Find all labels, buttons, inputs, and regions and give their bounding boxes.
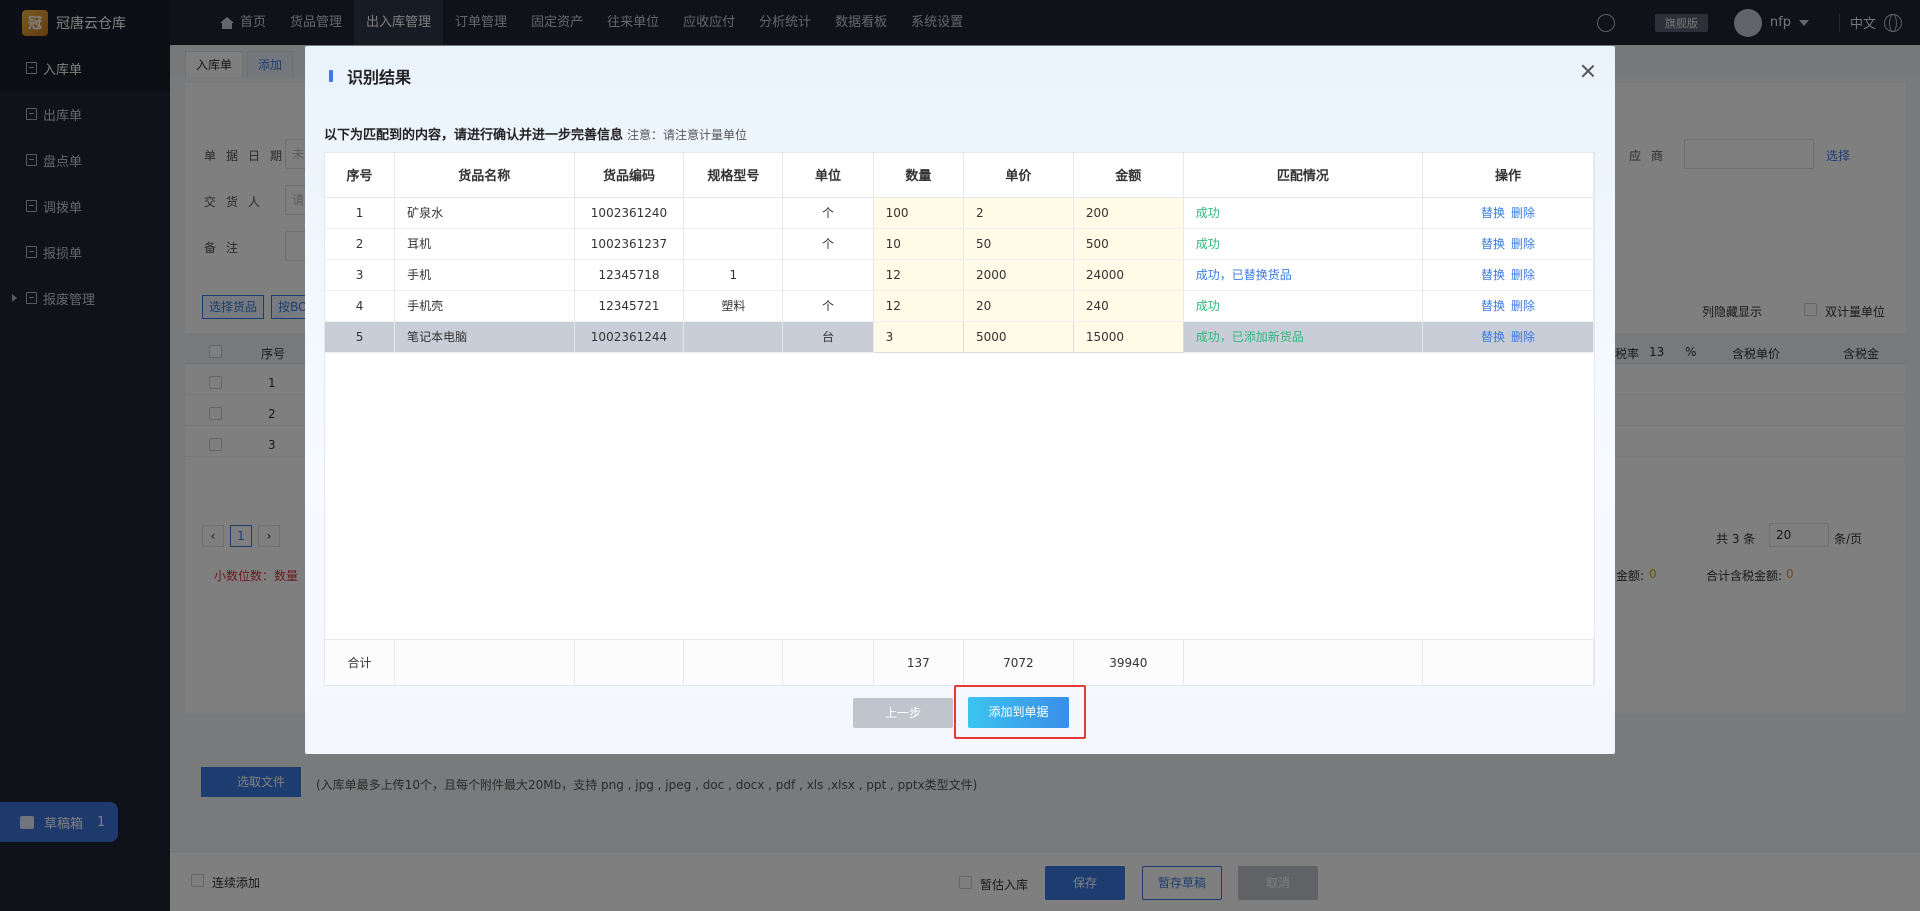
cell-seq: 3 <box>325 259 396 291</box>
cell-price-input[interactable]: 50 <box>963 228 1074 260</box>
cell-spec <box>683 197 784 229</box>
delete-link[interactable]: 删除 <box>1511 206 1535 220</box>
col-seq: 序号 <box>325 153 396 198</box>
table-header-row: 序号 货品名称 货品编码 规格型号 单位 数量 单价 金额 匹配情况 操作 <box>325 153 1594 198</box>
table-row: 1 矿泉水 1002361240 个 100 2 200 成功 替换 删除 <box>325 197 1594 229</box>
cell-name: 手机 <box>394 259 575 291</box>
cell-unit: 台 <box>782 321 874 353</box>
table-row: 3 手机 12345718 1 12 2000 24000 成功，已替换货品 替… <box>325 259 1594 291</box>
cell-actions: 替换 删除 <box>1422 197 1594 229</box>
col-match: 匹配情况 <box>1183 153 1424 198</box>
col-amount: 金额 <box>1073 153 1184 198</box>
cell-match-status: 成功 <box>1183 197 1424 229</box>
cell-actions: 替换 删除 <box>1422 228 1594 260</box>
cell-price-input[interactable]: 2 <box>963 197 1074 229</box>
cell-name: 矿泉水 <box>394 197 575 229</box>
table-row: 2 耳机 1002361237 个 10 50 500 成功 替换 删除 <box>325 228 1594 260</box>
cell-name: 笔记本电脑 <box>394 321 575 353</box>
cell-match-status: 成功 <box>1183 290 1424 322</box>
cell-name: 耳机 <box>394 228 575 260</box>
dialog-instruction: 以下为匹配到的内容，请进行确认并进一步完善信息 注意：请注意计量单位 <box>324 128 748 143</box>
cell-seq: 4 <box>325 290 396 322</box>
unit-note: 注意：请注意计量单位 <box>627 128 748 142</box>
delete-link[interactable]: 删除 <box>1511 330 1535 344</box>
cell-unit <box>782 259 874 291</box>
cell-actions: 替换 删除 <box>1422 259 1594 291</box>
replace-link[interactable]: 替换 <box>1481 299 1505 313</box>
replace-link[interactable]: 替换 <box>1481 206 1505 220</box>
result-grid: 序号 货品名称 货品编码 规格型号 单位 数量 单价 金额 匹配情况 操作 1 … <box>325 153 1594 353</box>
add-to-document-button[interactable]: 添加到单据 <box>968 697 1069 728</box>
cell-amount-input[interactable]: 15000 <box>1072 320 1184 353</box>
col-name: 货品名称 <box>394 153 575 198</box>
replace-link[interactable]: 替换 <box>1481 330 1505 344</box>
title-accent-bar <box>329 70 333 82</box>
col-code: 货品编码 <box>574 153 685 198</box>
cell-spec <box>683 228 784 260</box>
recognition-result-dialog: 识别结果 以下为匹配到的内容，请进行确认并进一步完善信息 注意：请注意计量单位 序… <box>305 46 1615 754</box>
cell-unit: 个 <box>782 228 874 260</box>
replace-link[interactable]: 替换 <box>1481 268 1505 282</box>
cell-qty-input[interactable]: 12 <box>873 290 965 322</box>
cell-seq: 5 <box>325 321 396 353</box>
cell-unit: 个 <box>782 290 874 322</box>
cell-code: 12345721 <box>574 290 685 322</box>
cell-unit: 个 <box>782 197 874 229</box>
summary-qty: 137 <box>873 640 965 685</box>
cell-spec: 1 <box>683 259 784 291</box>
cell-spec <box>683 321 784 353</box>
cell-price-input[interactable]: 5000 <box>963 320 1074 353</box>
cell-code: 1002361244 <box>574 321 685 353</box>
cell-name: 手机壳 <box>394 290 575 322</box>
recognition-table: 序号 货品名称 货品编码 规格型号 单位 数量 单价 金额 匹配情况 操作 1 … <box>324 152 1595 686</box>
close-icon[interactable] <box>1581 64 1595 78</box>
cell-amount-input[interactable]: 240 <box>1073 290 1184 322</box>
cell-qty-input[interactable]: 12 <box>873 259 965 291</box>
cell-price-input[interactable]: 2000 <box>963 259 1074 291</box>
cell-qty-input[interactable]: 3 <box>872 320 965 353</box>
delete-link[interactable]: 删除 <box>1511 237 1535 251</box>
prev-step-button[interactable]: 上一步 <box>853 698 953 728</box>
cell-seq: 2 <box>325 228 396 260</box>
table-row: 4 手机壳 12345721 塑料 个 12 20 240 成功 替换 删除 <box>325 290 1594 322</box>
summary-price: 7072 <box>963 640 1074 685</box>
col-actions: 操作 <box>1422 153 1594 198</box>
col-price: 单价 <box>963 153 1074 198</box>
cell-code: 12345718 <box>574 259 685 291</box>
cell-spec: 塑料 <box>683 290 784 322</box>
col-qty: 数量 <box>873 153 965 198</box>
summary-label: 合计 <box>325 640 396 685</box>
cell-match-status: 成功 <box>1183 228 1424 260</box>
cell-amount-input[interactable]: 24000 <box>1073 259 1184 291</box>
cell-qty-input[interactable]: 10 <box>873 228 965 260</box>
summary-row: 合计 137 7072 39940 <box>325 639 1594 685</box>
col-spec: 规格型号 <box>683 153 784 198</box>
dialog-header: 识别结果 <box>329 64 411 88</box>
cell-match-status: 成功，已添加新货品 <box>1183 321 1424 353</box>
cell-code: 1002361240 <box>574 197 685 229</box>
cell-qty-input[interactable]: 100 <box>873 197 965 229</box>
summary-amount: 39940 <box>1073 640 1184 685</box>
cell-code: 1002361237 <box>574 228 685 260</box>
cell-price-input[interactable]: 20 <box>963 290 1074 322</box>
cell-amount-input[interactable]: 200 <box>1073 197 1184 229</box>
cell-actions: 替换 删除 <box>1422 290 1594 322</box>
dialog-title: 识别结果 <box>347 68 412 87</box>
cell-actions: 替换 删除 <box>1422 321 1594 353</box>
col-unit: 单位 <box>782 153 874 198</box>
delete-link[interactable]: 删除 <box>1511 268 1535 282</box>
cell-amount-input[interactable]: 500 <box>1073 228 1184 260</box>
delete-link[interactable]: 删除 <box>1511 299 1535 313</box>
replace-link[interactable]: 替换 <box>1481 237 1505 251</box>
cell-match-status: 成功，已替换货品 <box>1183 259 1424 291</box>
cell-seq: 1 <box>325 197 396 229</box>
table-row-selected: 5 笔记本电脑 1002361244 台 3 5000 15000 成功，已添加… <box>325 320 1594 353</box>
